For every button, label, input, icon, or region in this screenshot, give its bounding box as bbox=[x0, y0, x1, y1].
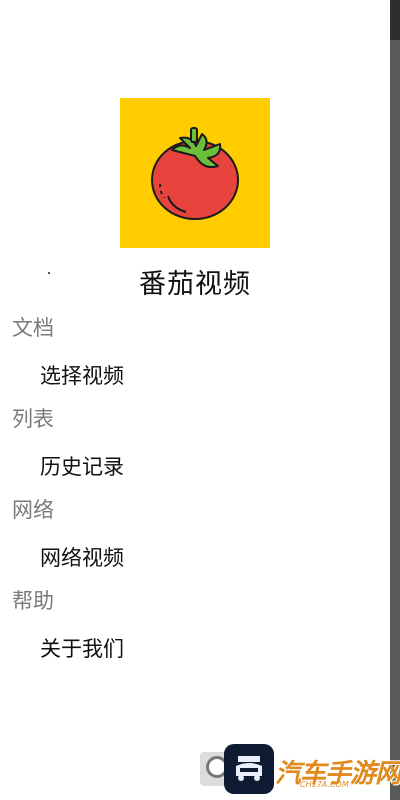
section-title-network: 网络 bbox=[12, 498, 54, 522]
section-title-help: 帮助 bbox=[12, 589, 54, 613]
car-logo-icon-glyph bbox=[236, 756, 262, 781]
menu-item-label: 历史记录 bbox=[40, 455, 124, 479]
app-logo bbox=[120, 98, 270, 248]
tomato-icon bbox=[151, 127, 239, 220]
edge-shade bbox=[390, 0, 400, 40]
navigation-drawer: 番茄视频 文档 选择视频 列表 历史记录 网络 网络视频 帮助 关于我们 bbox=[0, 0, 390, 800]
menu-item-network-video[interactable]: 网络视频 bbox=[0, 537, 390, 579]
menu-item-about-us[interactable]: 关于我们 bbox=[0, 628, 390, 670]
menu-item-select-video[interactable]: 选择视频 bbox=[0, 355, 390, 397]
watermark-subtext: CH17A.COM bbox=[300, 780, 349, 789]
section-title-documents: 文档 bbox=[12, 316, 54, 340]
background-edge bbox=[390, 0, 400, 800]
section-title-list: 列表 bbox=[12, 407, 54, 431]
menu-item-label: 网络视频 bbox=[40, 546, 124, 570]
car-logo-icon bbox=[224, 744, 274, 794]
app-title: 番茄视频 bbox=[139, 269, 251, 300]
menu-item-label: 关于我们 bbox=[40, 637, 124, 661]
menu-item-label: 选择视频 bbox=[40, 364, 124, 388]
menu-item-history[interactable]: 历史记录 bbox=[0, 446, 390, 488]
